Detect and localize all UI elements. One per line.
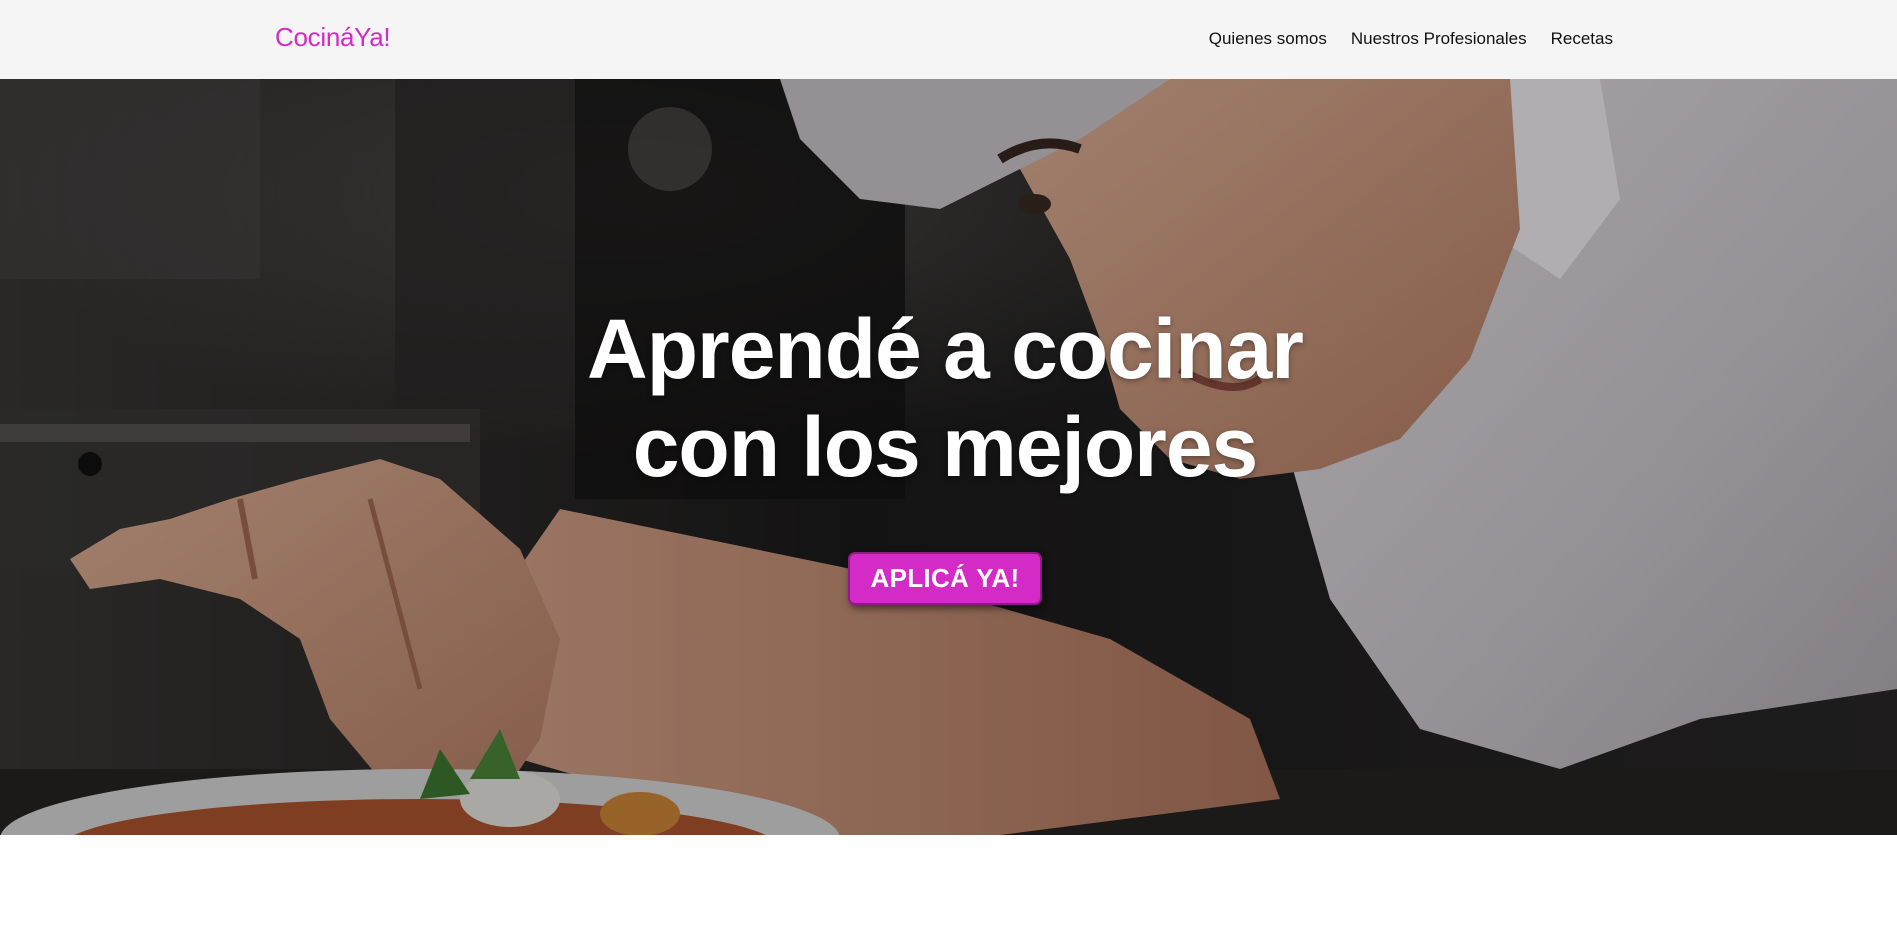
nav-link-nuestros-profesionales[interactable]: Nuestros Profesionales <box>1351 29 1527 49</box>
nav-links: Quienes somos Nuestros Profesionales Rec… <box>1209 29 1613 49</box>
brand-logo-link[interactable]: CocináYa! <box>275 22 391 53</box>
hero-section: Aprendé a cocinar con los mejores APLICÁ… <box>0 79 1897 835</box>
hero-title: Aprendé a cocinar con los mejores <box>587 302 1304 494</box>
nav-link-quienes-somos[interactable]: Quienes somos <box>1209 29 1327 49</box>
navbar: CocináYa! Quienes somos Nuestros Profesi… <box>0 0 1897 79</box>
apply-now-button[interactable]: APLICÁ YA! <box>848 552 1042 605</box>
nav-link-recetas[interactable]: Recetas <box>1551 29 1613 49</box>
